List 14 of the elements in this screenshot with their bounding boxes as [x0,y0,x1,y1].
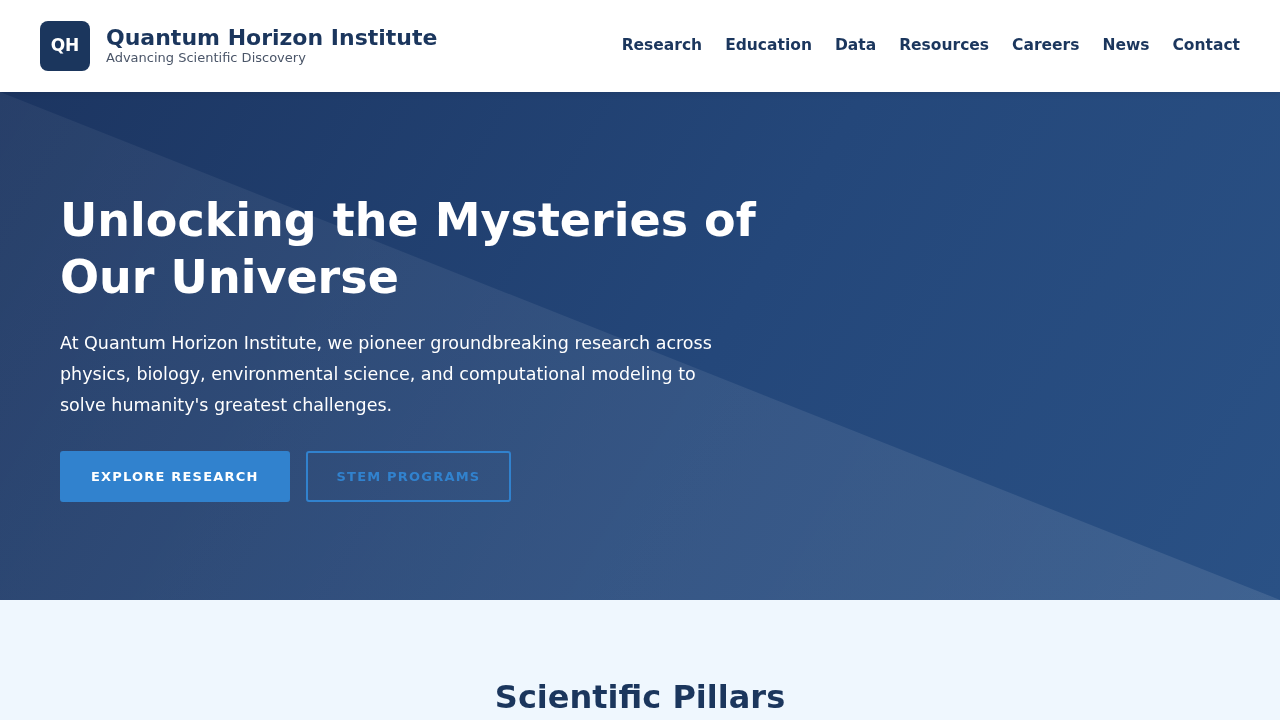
hero-heading: Unlocking the Mysteries of Our Universe [60,192,758,306]
logo-mark[interactable]: QH [40,21,90,71]
nav-link[interactable]: Data [834,34,877,58]
nav-link[interactable]: Education [725,34,812,58]
site-tagline: Advancing Scientific Discovery [106,50,307,68]
nav-link[interactable]: Research [621,34,703,58]
nav-link[interactable]: Contact [1172,34,1240,58]
site-title: Quantum Horizon Institute [106,24,438,51]
explore-button[interactable]: EXPLORE RESEARCH [60,451,290,502]
nav-link[interactable]: News [1102,34,1150,58]
section-heading: Scientific Pillars [493,678,787,717]
hero-text: At Quantum Horizon Institute, we pioneer groundbreaking research across physics, biology, environmental science, and computational modeling to solve humanity's greatest challenges. [60,332,713,417]
nav-link[interactable]: Careers [1012,34,1080,58]
nav-link[interactable]: Resources [899,34,990,58]
